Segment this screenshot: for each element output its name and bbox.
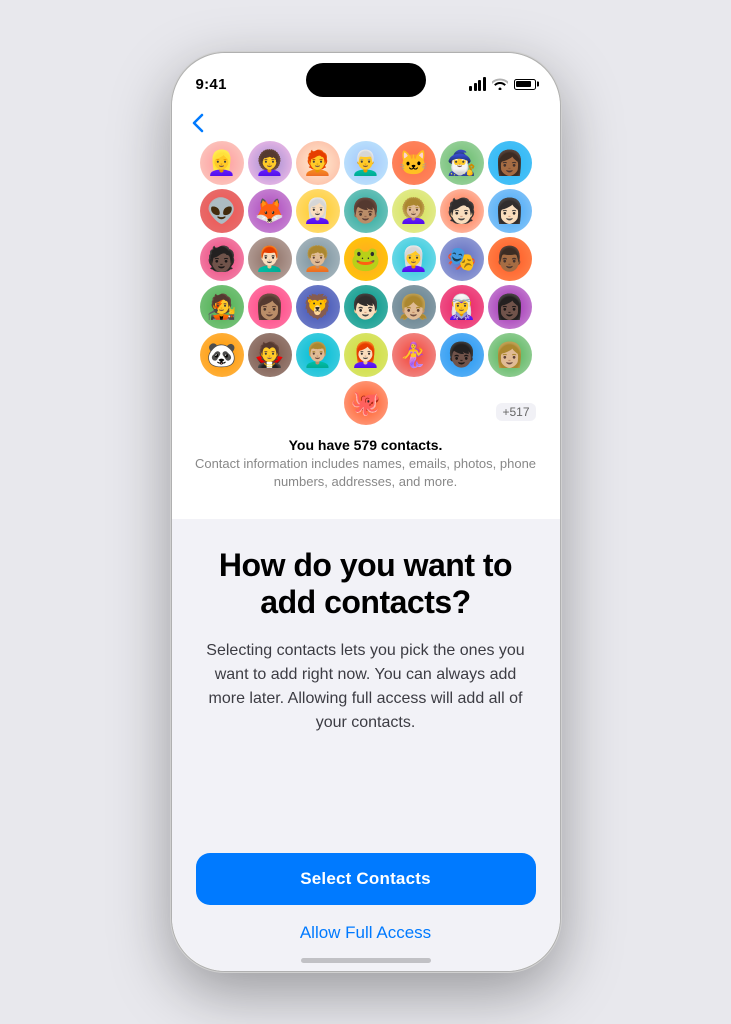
dynamic-island [306, 63, 426, 97]
avatar: 🐸 [344, 237, 388, 281]
avatar: 👦🏿 [440, 333, 484, 377]
status-time: 9:41 [196, 76, 227, 93]
wifi-icon [492, 78, 508, 90]
back-button[interactable] [172, 109, 560, 137]
select-contacts-button[interactable]: Select Contacts [196, 853, 536, 905]
avatar: 👨‍🦳 [344, 141, 388, 185]
avatar: 👦🏽 [344, 189, 388, 233]
avatar: 🧑‍🦰 [296, 141, 340, 185]
avatar: 🧙‍♂️ [440, 141, 484, 185]
avatar: 👩🏼‍🦱 [392, 189, 436, 233]
avatar: 👩🏾 [488, 141, 532, 185]
buttons-area: Select Contacts Allow Full Access [172, 853, 560, 971]
avatar: 👨🏼‍🦱 [296, 333, 340, 377]
chevron-left-icon [192, 113, 204, 133]
avatar: 👽 [200, 189, 244, 233]
contacts-grid: 👱‍♀️👩‍🦱🧑‍🦰👨‍🦳🐱🧙‍♂️👩🏾 👽🦊👩🏻‍🦳👦🏽👩🏼‍🦱🧑🏻👩🏻 🧑🏿👨🏻… [172, 137, 560, 433]
avatar: 👩🏻‍🦰 [344, 333, 388, 377]
status-icons [469, 77, 536, 91]
main-content: How do you want to add contacts? Selecti… [172, 519, 560, 853]
avatar: 👩‍🦳 [392, 237, 436, 281]
avatar: 🧛 [248, 333, 292, 377]
allow-full-access-button[interactable]: Allow Full Access [296, 919, 435, 947]
home-indicator [301, 958, 431, 963]
avatar: 🧑🏼‍🦱 [296, 237, 340, 281]
avatar: 👨🏻‍🦰 [248, 237, 292, 281]
phone-frame: 9:41 [171, 52, 561, 972]
avatar: 👩🏿 [488, 285, 532, 329]
contacts-count: You have 579 contacts. [192, 437, 540, 453]
avatar: 👧🏼 [392, 285, 436, 329]
phone-screen: 9:41 [172, 53, 560, 971]
contacts-info: You have 579 contacts. Contact informati… [172, 433, 560, 503]
avatar: 🧑‍🎤 [200, 285, 244, 329]
body-text: Selecting contacts lets you pick the one… [200, 639, 532, 735]
avatar: 👩‍🦱 [248, 141, 292, 185]
avatar: 🧝‍♀️ [440, 285, 484, 329]
avatar: 👱‍♀️ [200, 141, 244, 185]
avatar: 🦁 [296, 285, 340, 329]
avatar: 🐙 [344, 381, 388, 425]
avatar: 🧑🏻 [440, 189, 484, 233]
avatar: 👩🏻‍🦳 [296, 189, 340, 233]
avatar: 🧜‍♀️ [392, 333, 436, 377]
contacts-section: 👱‍♀️👩‍🦱🧑‍🦰👨‍🦳🐱🧙‍♂️👩🏾 👽🦊👩🏻‍🦳👦🏽👩🏼‍🦱🧑🏻👩🏻 🧑🏿👨🏻… [172, 101, 560, 519]
avatar: 🎭 [440, 237, 484, 281]
signal-bars-icon [469, 77, 486, 91]
avatar: 👨🏾 [488, 237, 532, 281]
contacts-subtext: Contact information includes names, emai… [192, 455, 540, 491]
battery-icon [514, 79, 536, 90]
avatar: 👦🏻 [344, 285, 388, 329]
avatar: 🦊 [248, 189, 292, 233]
avatar: 🐼 [200, 333, 244, 377]
avatar: 👩🏽 [248, 285, 292, 329]
avatar: 👩🏻 [488, 189, 532, 233]
avatar: 🧑🏿 [200, 237, 244, 281]
headline: How do you want to add contacts? [200, 547, 532, 621]
avatar: 🐱 [392, 141, 436, 185]
avatar: 👩🏼 [488, 333, 532, 377]
more-badge: +517 [496, 403, 535, 421]
